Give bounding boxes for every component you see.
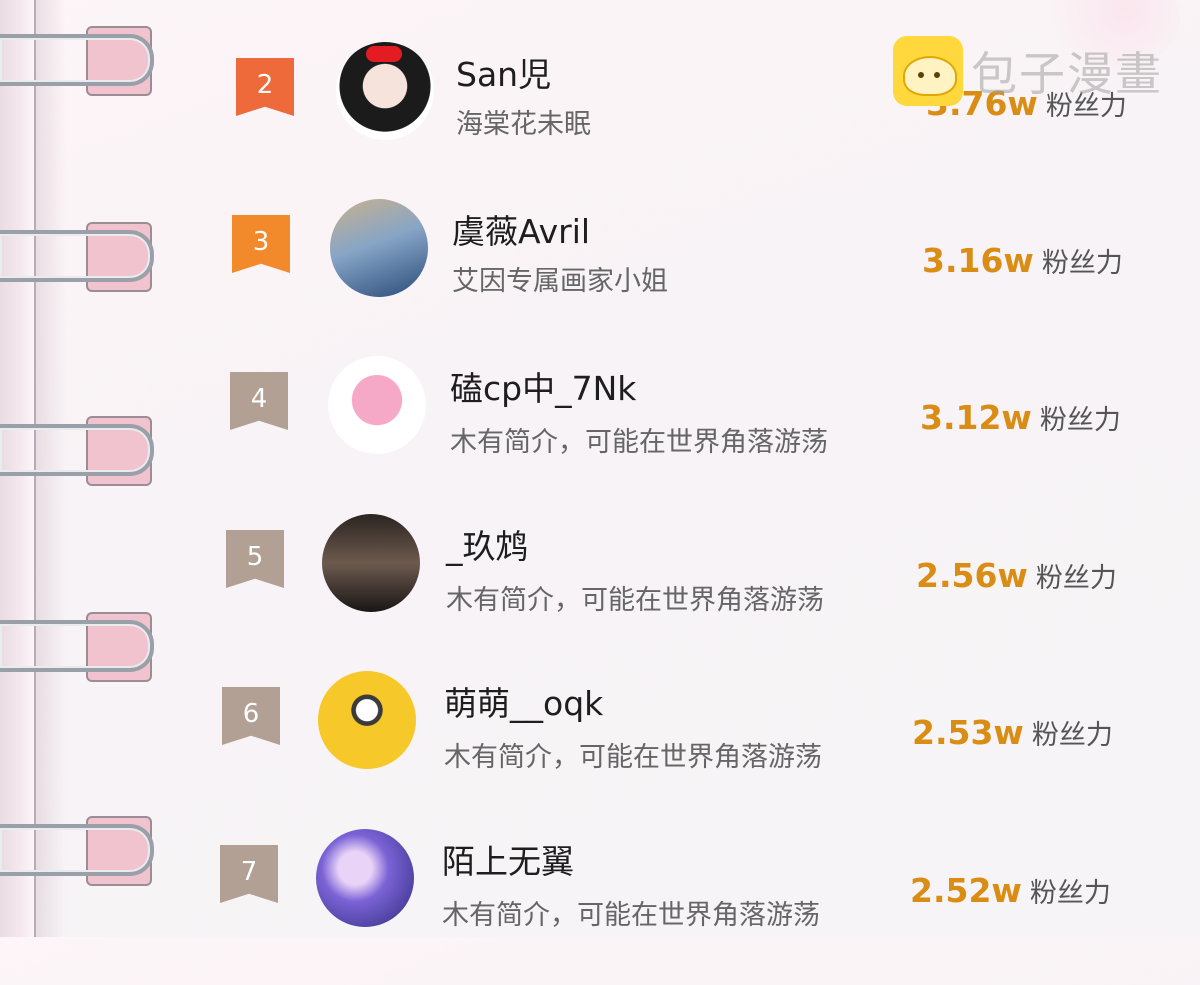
- avatar[interactable]: [318, 671, 416, 769]
- bun-icon: [893, 36, 963, 106]
- user-name[interactable]: 萌萌__oqk: [444, 677, 603, 725]
- user-bio: 海棠花未眠: [456, 109, 591, 140]
- user-name[interactable]: 磕cp中_7Nk: [450, 362, 636, 410]
- ranking-row[interactable]: 7 陌上无翼 木有简介，可能在世界角落游荡 2.52w 粉丝力: [220, 829, 1200, 985]
- user-bio: 木有简介，可能在世界角落游荡: [442, 900, 820, 931]
- fan-count: 3.12w 粉丝力: [920, 398, 1121, 437]
- rank-badge: 3: [232, 215, 290, 273]
- fan-count: 2.53w 粉丝力: [912, 713, 1113, 752]
- ranking-row[interactable]: 6 萌萌__oqk 木有简介，可能在世界角落游荡 2.53w 粉丝力: [222, 671, 1200, 827]
- fan-ranking-list: 2 San児 海棠花未眠 3.76w 粉丝力 3 虞薇Avril 艾因专属画家小姐…: [0, 0, 1200, 937]
- fan-value: 3.16w: [922, 241, 1034, 280]
- fan-value: 2.53w: [912, 713, 1024, 752]
- ranking-row[interactable]: 5 _玖鸩 木有简介，可能在世界角落游荡 2.56w 粉丝力: [226, 514, 1200, 670]
- fan-count: 3.16w 粉丝力: [922, 241, 1123, 280]
- fan-value: 2.52w: [910, 871, 1022, 910]
- user-name[interactable]: 陌上无翼: [442, 835, 574, 883]
- user-bio: 木有简介，可能在世界角落游荡: [446, 585, 824, 616]
- fan-value: 2.56w: [916, 556, 1028, 595]
- bow-icon: [366, 46, 402, 62]
- ranking-row[interactable]: 3 虞薇Avril 艾因专属画家小姐 3.16w 粉丝力: [232, 199, 1200, 355]
- user-name[interactable]: _玖鸩: [446, 520, 529, 568]
- ranking-row[interactable]: 4 磕cp中_7Nk 木有简介，可能在世界角落游荡 3.12w 粉丝力: [230, 356, 1200, 512]
- avatar[interactable]: [322, 514, 420, 612]
- watermark: 包子漫畫: [893, 36, 1163, 106]
- fan-label: 粉丝力: [1041, 248, 1123, 279]
- rank-badge: 4: [230, 372, 288, 430]
- fan-label: 粉丝力: [1039, 405, 1121, 436]
- rank-badge: 5: [226, 530, 284, 588]
- fan-count: 2.56w 粉丝力: [916, 556, 1117, 595]
- avatar[interactable]: [328, 356, 426, 454]
- avatar[interactable]: [336, 42, 434, 140]
- fan-count: 2.52w 粉丝力: [910, 871, 1111, 910]
- fan-label: 粉丝力: [1035, 563, 1117, 594]
- rank-badge: 2: [236, 58, 294, 116]
- avatar[interactable]: [316, 829, 414, 927]
- user-bio: 木有简介，可能在世界角落游荡: [450, 427, 828, 458]
- fan-label: 粉丝力: [1031, 720, 1113, 751]
- user-bio: 木有简介，可能在世界角落游荡: [444, 742, 822, 773]
- user-bio: 艾因专属画家小姐: [452, 266, 668, 297]
- rank-badge: 6: [222, 687, 280, 745]
- rank-badge: 7: [220, 845, 278, 903]
- watermark-text: 包子漫畫: [971, 47, 1163, 101]
- user-name[interactable]: 虞薇Avril: [452, 205, 590, 253]
- fan-value: 3.12w: [920, 398, 1032, 437]
- user-name[interactable]: San児: [456, 48, 551, 96]
- avatar[interactable]: [330, 199, 428, 297]
- fan-label: 粉丝力: [1029, 878, 1111, 909]
